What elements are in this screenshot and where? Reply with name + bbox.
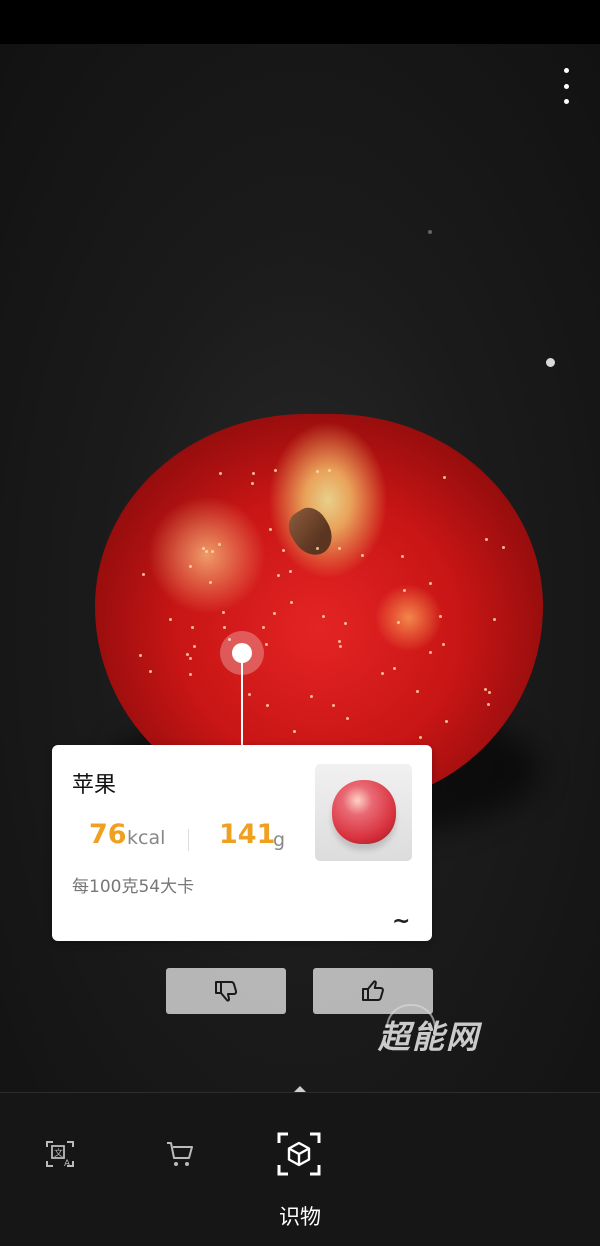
object-recognition-icon [277, 1132, 321, 1176]
more-vert-icon [563, 68, 569, 73]
mode-indicator-icon [294, 1086, 306, 1092]
thumbnail-apple [332, 780, 396, 844]
apple-speckle [337, 639, 341, 643]
apple-speckle [322, 614, 326, 618]
active-mode-label: 识物 [279, 1205, 321, 1229]
apple-speckle [251, 471, 255, 475]
apple-speckle [492, 618, 496, 622]
shopping-cart-icon [167, 1142, 193, 1166]
apple-speckle [217, 543, 221, 547]
apple-speckle [188, 656, 192, 660]
mode-object-button[interactable] [275, 1130, 323, 1178]
watermark: 超能网 [378, 1018, 481, 1056]
translate-scan-icon: 文 A [46, 1141, 74, 1169]
mode-translate-button[interactable]: 文 A [40, 1134, 80, 1174]
thumbs-down-icon [215, 981, 238, 1002]
apple-speckle [209, 580, 213, 584]
more-options-button[interactable] [558, 68, 574, 104]
apple-speckle [289, 600, 293, 604]
apple-speckle [141, 573, 145, 577]
apple-speckle [328, 468, 332, 472]
expand-icon[interactable]: ~ [392, 909, 410, 934]
apple-speckle [428, 582, 432, 586]
apple-speckle [222, 610, 226, 614]
apple-speckle [210, 550, 214, 554]
apple-speckle [396, 620, 400, 624]
apple-speckle [264, 642, 268, 646]
apple-speckle [487, 690, 491, 694]
background-speck [428, 230, 432, 234]
thumbs-up-icon [362, 980, 384, 1001]
stat-divider [188, 829, 189, 851]
apple-speckle [438, 614, 442, 618]
apple-speckle [261, 626, 265, 630]
status-bar [0, 0, 600, 44]
apple-speckle [265, 703, 269, 707]
apple-speckle [484, 687, 488, 691]
svg-text:A: A [64, 1159, 71, 1169]
result-card[interactable]: 苹果 76 kcal 141 g 每100克54大卡 ~ [52, 745, 432, 941]
calories-unit: kcal [127, 827, 166, 849]
apple-speckle [441, 643, 445, 647]
apple-speckle [428, 650, 432, 654]
apple-speckle [315, 546, 319, 550]
apple-speckle [501, 545, 505, 549]
recognition-pin-line [241, 660, 243, 746]
apple-speckle [288, 569, 292, 573]
weight-unit: g [273, 829, 286, 851]
calories-value: 76 [89, 819, 127, 850]
mode-shopping-button[interactable] [160, 1134, 200, 1174]
food-thumbnail [315, 764, 412, 861]
apple-speckle [402, 589, 406, 593]
food-name: 苹果 [72, 773, 117, 798]
background-speck [546, 358, 555, 367]
dislike-button[interactable] [166, 968, 286, 1014]
svg-text:文: 文 [54, 1147, 63, 1159]
weight-value: 141 [219, 819, 276, 850]
apple-speckle [281, 548, 285, 552]
per-100g-text: 每100克54大卡 [72, 877, 195, 897]
